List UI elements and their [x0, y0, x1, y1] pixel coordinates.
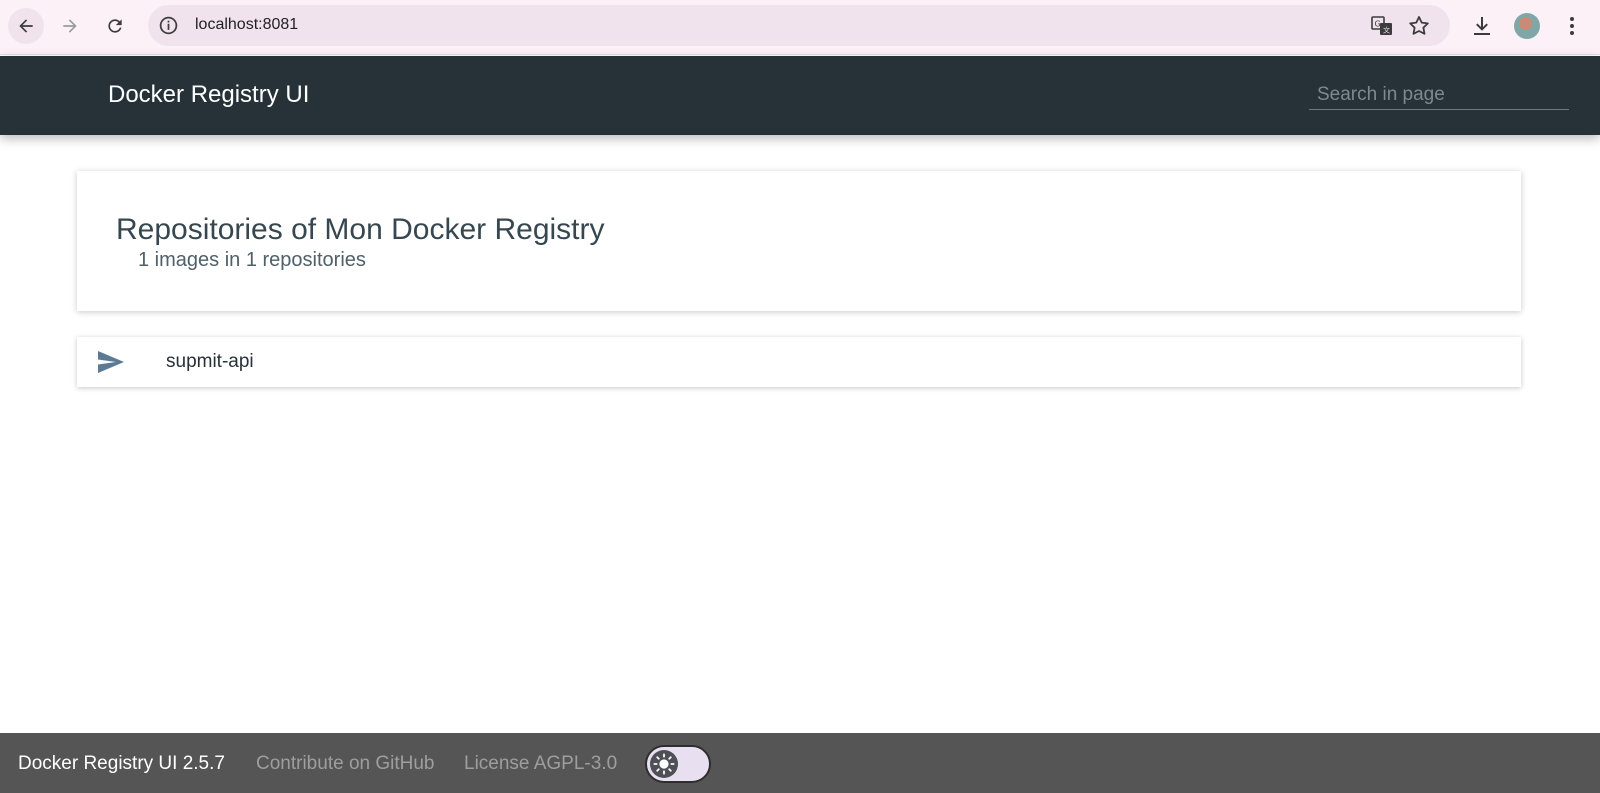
theme-toggle[interactable] [645, 745, 711, 783]
profile-avatar[interactable] [1514, 13, 1540, 39]
page-title: Repositories of Mon Docker Registry [116, 213, 605, 246]
svg-text:文: 文 [1383, 26, 1390, 35]
app-header: Docker Registry UI [0, 56, 1600, 135]
github-link[interactable]: Contribute on GitHub [256, 753, 435, 775]
star-icon[interactable] [1407, 14, 1431, 38]
forward-arrow-icon [63, 19, 77, 33]
sun-icon [650, 750, 678, 778]
translate-icon[interactable]: G 文 [1370, 14, 1394, 38]
url-text[interactable]: localhost:8081 [195, 16, 298, 34]
back-button[interactable] [8, 8, 44, 44]
search-input[interactable] [1309, 80, 1569, 110]
kebab-menu-icon[interactable] [1559, 13, 1585, 39]
license-link[interactable]: License AGPL-3.0 [464, 753, 617, 775]
footer-version: Docker Registry UI 2.5.7 [18, 753, 225, 774]
reload-icon [108, 19, 122, 33]
repository-count: 1 images in 1 repositories [138, 249, 366, 271]
address-bar[interactable]: localhost:8081 G 文 [148, 5, 1450, 46]
repository-list: supmit-api [77, 337, 1521, 387]
browser-toolbar: localhost:8081 G 文 [0, 0, 1600, 55]
forward-button[interactable] [52, 8, 88, 44]
repository-name[interactable]: supmit-api [166, 351, 254, 373]
footer: Docker Registry UI 2.5.7 Contribute on G… [0, 733, 1600, 793]
list-item[interactable]: supmit-api [77, 337, 1521, 387]
back-arrow-icon [19, 19, 33, 33]
svg-text:G: G [1375, 20, 1381, 29]
send-icon [98, 351, 124, 373]
app-title[interactable]: Docker Registry UI [108, 81, 309, 109]
reload-button[interactable] [97, 8, 133, 44]
site-info-icon[interactable] [158, 15, 179, 36]
download-icon[interactable] [1469, 13, 1495, 39]
repositories-header-card: Repositories of Mon Docker Registry 1 im… [77, 171, 1521, 311]
